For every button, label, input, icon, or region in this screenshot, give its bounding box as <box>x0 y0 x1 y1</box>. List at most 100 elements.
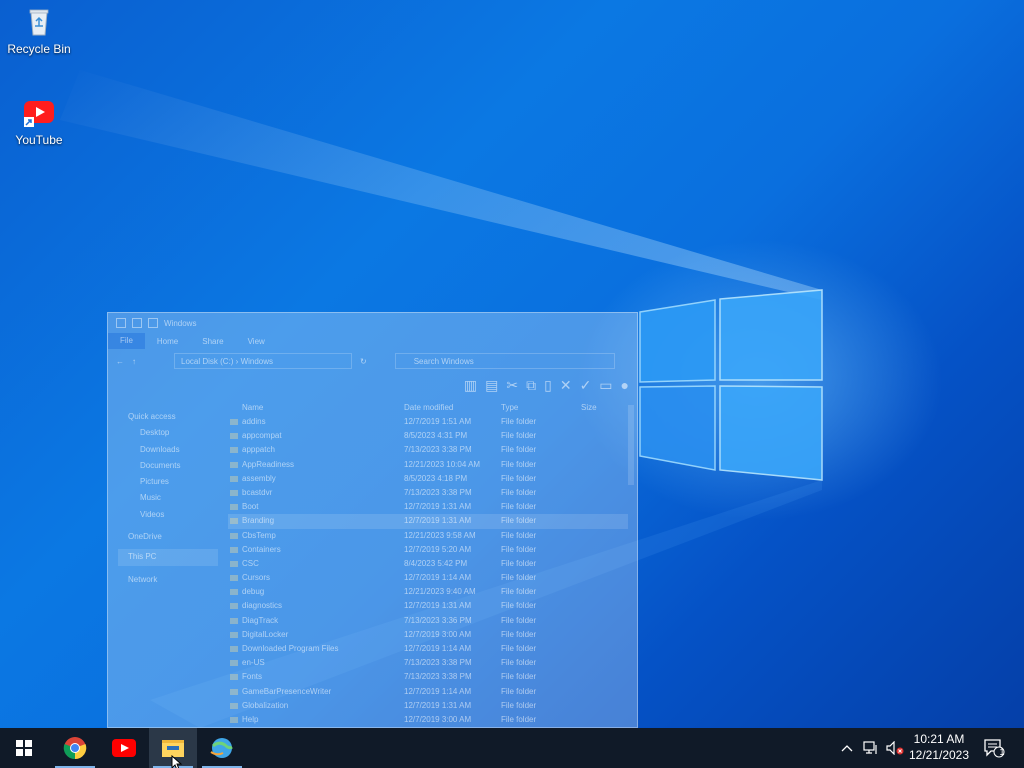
action-center-button[interactable]: 1 <box>980 728 1008 768</box>
file-date: 7/13/2023 3:38 PM <box>404 487 472 497</box>
nav-music[interactable]: Music <box>118 490 218 506</box>
column-size[interactable]: Size <box>581 401 621 415</box>
file-row[interactable]: CbsTemp 12/21/2023 9:58 AM File folder <box>228 529 628 543</box>
properties-icon[interactable] <box>132 318 142 328</box>
file-type: File folder <box>501 629 537 639</box>
file-row[interactable]: diagnostics 12/7/2019 1:31 AM File folder <box>228 599 628 613</box>
nav-downloads[interactable]: Downloads <box>118 442 218 458</box>
file-explorer-window-preview[interactable]: Windows File Home Share View ← ↑ Local D… <box>107 312 638 728</box>
taskbar-youtube[interactable] <box>100 728 148 768</box>
cut-icon[interactable]: ✂ <box>506 377 518 394</box>
desktop-icon-recycle-bin[interactable]: Recycle Bin <box>1 6 77 56</box>
column-name[interactable]: Name <box>228 401 404 415</box>
new-folder-icon[interactable] <box>148 318 158 328</box>
nav-documents[interactable]: Documents <box>118 458 218 474</box>
file-date: 7/13/2023 3:38 PM <box>404 672 472 682</box>
file-name: AppReadiness <box>228 458 404 472</box>
start-button[interactable] <box>0 728 48 768</box>
file-row[interactable]: Boot 12/7/2019 1:31 AM File folder <box>228 500 628 514</box>
file-type: File folder <box>501 502 537 512</box>
window-titlebar[interactable]: Windows <box>108 313 637 333</box>
preview-pane-icon[interactable]: ▥ <box>464 377 477 394</box>
search-input[interactable]: Search Windows <box>394 353 615 369</box>
file-row[interactable]: DiagTrack 7/13/2023 3:36 PM File folder <box>228 614 628 628</box>
nav-network[interactable]: Network <box>118 572 218 588</box>
address-bar[interactable]: Local Disk (C:) › Windows <box>174 353 352 369</box>
file-date: 12/7/2019 1:31 AM <box>404 601 472 611</box>
file-date: 12/7/2019 1:31 AM <box>404 502 472 512</box>
file-type: File folder <box>501 459 537 469</box>
file-date: 7/13/2023 3:36 PM <box>404 615 472 625</box>
file-row[interactable]: Cursors 12/7/2019 1:14 AM File folder <box>228 571 628 585</box>
file-row[interactable]: en-US 7/13/2023 3:38 PM File folder <box>228 656 628 670</box>
file-row[interactable]: Containers 12/7/2019 5:20 AM File folder <box>228 543 628 557</box>
file-row[interactable]: AppReadiness 12/21/2023 10:04 AM File fold… <box>228 458 628 472</box>
rename-icon[interactable]: ▭ <box>599 377 612 394</box>
check-icon[interactable]: ✓ <box>580 377 592 394</box>
address-folder[interactable]: Windows <box>241 357 273 366</box>
file-type: File folder <box>501 573 537 583</box>
network-icon[interactable] <box>860 728 882 768</box>
file-row[interactable]: CSC 8/4/2023 5:42 PM File folder <box>228 557 628 571</box>
column-date[interactable]: Date modified <box>404 401 501 415</box>
file-name: Containers <box>228 543 404 557</box>
tab-file[interactable]: File <box>108 333 145 349</box>
back-arrow-icon[interactable]: ← <box>116 357 124 366</box>
navigation-pane: Quick access Desktop Downloads Documents… <box>118 409 218 588</box>
file-type: File folder <box>501 487 537 497</box>
file-row[interactable]: bcastdvr 7/13/2023 3:38 PM File folder <box>228 486 628 500</box>
file-name: Branding <box>228 514 404 528</box>
window-title: Windows <box>164 318 197 328</box>
file-row[interactable]: DigitalLocker 12/7/2019 3:00 AM File folde… <box>228 628 628 642</box>
globe-icon[interactable]: ● <box>621 377 629 393</box>
address-root[interactable]: Local Disk (C:) <box>181 357 233 366</box>
file-type: File folder <box>501 658 537 668</box>
chrome-icon <box>63 737 87 760</box>
layout-icon[interactable]: ▤ <box>485 377 498 394</box>
file-row[interactable]: Fonts 7/13/2023 3:38 PM File folder <box>228 670 628 684</box>
scrollbar-thumb[interactable] <box>628 405 634 485</box>
file-name: en-US <box>228 656 404 670</box>
taskbar-clock[interactable]: 10:21 AM 12/21/2023 <box>903 728 975 768</box>
file-list-header: Name Date modified Type Size <box>228 401 628 415</box>
paste-icon[interactable]: ▯ <box>544 377 552 394</box>
column-type[interactable]: Type <box>501 401 581 415</box>
file-row[interactable]: GameBarPresenceWriter 12/7/2019 1:14 AM Fi… <box>228 685 628 699</box>
desktop-icon-youtube[interactable]: YouTube <box>1 97 77 147</box>
file-row[interactable]: Help 12/7/2019 3:00 AM File folder <box>228 713 628 727</box>
file-row[interactable]: apppatch 7/13/2023 3:38 PM File folder <box>228 443 628 457</box>
nav-onedrive[interactable]: OneDrive <box>118 529 218 545</box>
file-row[interactable]: Globalization 12/7/2019 1:31 AM File folde… <box>228 699 628 713</box>
file-date: 7/13/2023 3:38 PM <box>404 445 472 455</box>
file-row[interactable]: addins 12/7/2019 1:51 AM File folder <box>228 415 628 429</box>
nav-quick-access[interactable]: Quick access <box>118 409 218 425</box>
tab-view[interactable]: View <box>236 337 277 346</box>
tab-home[interactable]: Home <box>145 337 190 346</box>
taskbar-app[interactable] <box>198 728 246 768</box>
file-row[interactable]: debug 12/21/2023 9:40 AM File folder <box>228 585 628 599</box>
refresh-icon[interactable]: ↻ <box>360 357 367 366</box>
up-arrow-icon[interactable]: ↑ <box>132 357 136 366</box>
nav-videos[interactable]: Videos <box>118 507 218 523</box>
file-row[interactable]: assembly 8/5/2023 4:18 PM File folder <box>228 472 628 486</box>
nav-pictures[interactable]: Pictures <box>118 474 218 490</box>
copy-icon[interactable]: ⧉ <box>526 377 536 394</box>
file-name: Downloaded Program Files <box>228 642 404 656</box>
nav-desktop[interactable]: Desktop <box>118 425 218 441</box>
tab-share[interactable]: Share <box>190 337 235 346</box>
delete-icon[interactable]: ✕ <box>560 377 572 394</box>
file-row[interactable]: Downloaded Program Files 12/7/2019 1:14 A… <box>228 642 628 656</box>
file-name: CbsTemp <box>228 529 404 543</box>
file-name: CSC <box>228 557 404 571</box>
file-name: addins <box>228 415 404 429</box>
show-hidden-icons-chevron-icon[interactable] <box>838 728 856 768</box>
file-type: File folder <box>501 417 537 426</box>
nav-this-pc[interactable]: This PC <box>118 549 218 566</box>
toolbar: ▥ ▤ ✂ ⧉ ▯ ✕ ✓ ▭ ● <box>108 373 637 397</box>
vertical-scrollbar[interactable] <box>627 401 635 727</box>
file-type: File folder <box>501 544 537 554</box>
file-row[interactable]: Branding 12/7/2019 1:31 AM File folder <box>228 514 628 529</box>
notification-count-badge: 1 <box>999 747 1005 757</box>
file-row[interactable]: appcompat 8/5/2023 4:31 PM File folder <box>228 429 628 443</box>
taskbar-chrome[interactable] <box>51 728 99 768</box>
